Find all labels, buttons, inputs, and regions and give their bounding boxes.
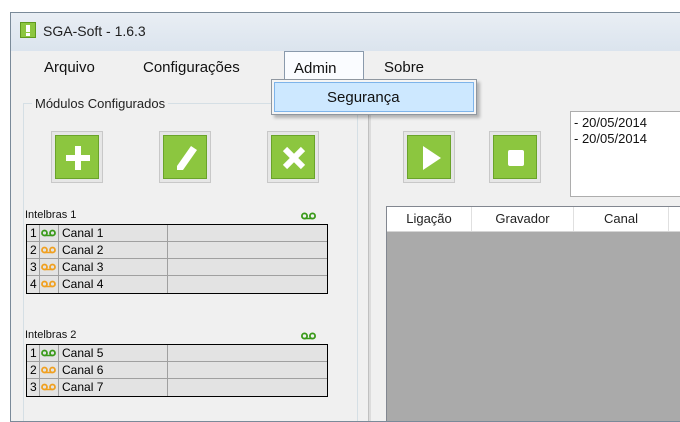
recorder-status-icon <box>41 229 56 237</box>
channel-num: 4 <box>30 277 37 291</box>
edit-button-frame <box>159 131 211 183</box>
channel-num: 3 <box>30 380 37 394</box>
channel-row[interactable]: 3 Canal 3 <box>27 259 327 276</box>
channel-row[interactable]: 4 Canal 4 <box>27 276 327 293</box>
channel-label: Canal 6 <box>62 363 104 377</box>
delete-module-button[interactable] <box>271 135 315 179</box>
log-box[interactable]: - 20/05/2014 - 20/05/2014 <box>570 111 680 197</box>
channel-num: 1 <box>30 226 37 240</box>
play-button-frame <box>403 131 455 183</box>
menu-item-seguranca[interactable]: Segurança <box>274 82 474 112</box>
channel-row[interactable]: 2 Canal 2 <box>27 242 327 259</box>
admin-dropdown: Segurança <box>271 79 477 115</box>
channel-label: Canal 4 <box>62 277 104 291</box>
channel-label: Canal 2 <box>62 243 104 257</box>
module-name: Intelbras 1 <box>25 209 77 221</box>
recorder-status-icon <box>41 263 56 271</box>
channel-row[interactable]: 1 Canal 5 <box>27 345 327 362</box>
delete-button-frame <box>267 131 319 183</box>
add-button-frame <box>51 131 103 183</box>
channel-label: Canal 7 <box>62 380 104 394</box>
edit-module-button[interactable] <box>163 135 207 179</box>
channel-row[interactable]: 3 Canal 7 <box>27 379 327 396</box>
column-header-ligacao[interactable]: Ligação <box>387 207 472 231</box>
window-title: SGA-Soft - 1.6.3 <box>43 23 146 39</box>
x-icon <box>282 146 306 170</box>
recorder-status-icon <box>41 349 56 357</box>
add-module-button[interactable] <box>55 135 99 179</box>
column-header-canal[interactable]: Canal <box>574 207 669 231</box>
channel-row[interactable]: 2 Canal 6 <box>27 362 327 379</box>
recorder-icon <box>301 212 316 220</box>
column-header-gravador[interactable]: Gravador <box>472 207 574 231</box>
app-icon <box>20 22 36 38</box>
channel-label: Canal 1 <box>62 226 104 240</box>
plus-icon <box>66 146 90 170</box>
channel-num: 2 <box>30 243 37 257</box>
menu-configuracoes[interactable]: Configurações <box>143 51 240 84</box>
start-button[interactable] <box>407 135 451 179</box>
menu-arquivo[interactable]: Arquivo <box>44 51 95 84</box>
channel-row[interactable]: 1 Canal 1 <box>27 225 327 242</box>
channel-label: Canal 3 <box>62 260 104 274</box>
log-line: - 20/05/2014 <box>574 115 648 130</box>
play-icon <box>423 146 441 170</box>
recorder-status-icon <box>41 366 56 374</box>
log-line: - 20/05/2014 <box>574 131 648 146</box>
channel-grid: 1 Canal 1 2 Canal 2 3 Canal 3 4 Canal 4 <box>26 224 328 294</box>
stop-button[interactable] <box>493 135 537 179</box>
pencil-icon <box>177 146 197 170</box>
modules-group-title: Módulos Configurados <box>32 96 169 111</box>
channel-grid: 1 Canal 5 2 Canal 6 3 Canal 7 <box>26 344 328 397</box>
recorder-icon <box>301 332 316 340</box>
recorder-status-icon <box>41 280 56 288</box>
channel-num: 2 <box>30 363 37 377</box>
channel-num: 3 <box>30 260 37 274</box>
menu-item-seguranca-label: Segurança <box>327 89 400 106</box>
recorder-status-icon <box>41 246 56 254</box>
recorder-status-icon <box>41 383 56 391</box>
calls-table[interactable]: Ligação Gravador Canal <box>386 206 680 421</box>
module-name: Intelbras 2 <box>25 329 77 341</box>
title-bar: SGA-Soft - 1.6.3 <box>11 13 680 51</box>
stop-icon <box>508 150 524 166</box>
stop-button-frame <box>489 131 541 183</box>
panel-divider[interactable] <box>368 109 371 421</box>
channel-label: Canal 5 <box>62 346 104 360</box>
table-header: Ligação Gravador Canal <box>387 207 680 232</box>
app-window: SGA-Soft - 1.6.3 Arquivo Configurações A… <box>10 12 680 422</box>
channel-num: 1 <box>30 346 37 360</box>
